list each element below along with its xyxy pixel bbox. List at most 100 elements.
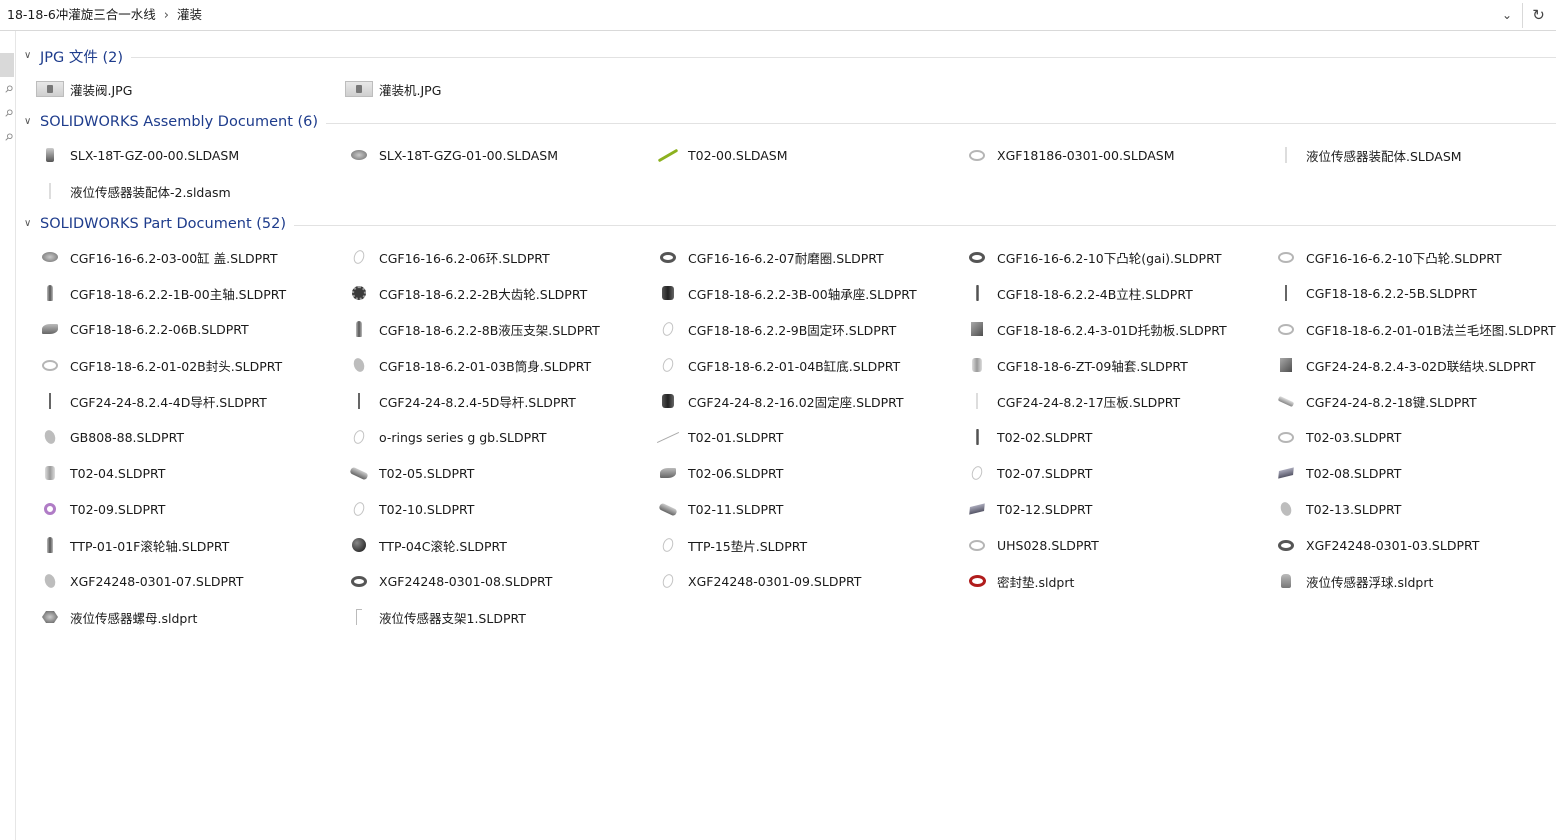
file-item[interactable]: CGF16-16-6.2-10下凸轮.SLDPRT xyxy=(1272,246,1502,268)
file-item[interactable]: 液位传感器支架1.SLDPRT xyxy=(345,606,526,628)
refresh-icon[interactable]: ↻ xyxy=(1523,0,1554,30)
nav-selection[interactable] xyxy=(0,53,14,77)
file-name: CGF18-18-6-ZT-09轴套.SLDPRT xyxy=(997,358,1188,374)
pin2-icon xyxy=(47,285,53,301)
group-title[interactable]: SOLIDWORKS Assembly Document (6) xyxy=(40,114,318,130)
file-name: T02-10.SLDPRT xyxy=(379,501,475,517)
file-item[interactable]: T02-00.SLDASM xyxy=(654,144,788,166)
chevron-down-icon[interactable]: ∨ xyxy=(24,50,38,61)
file-icon xyxy=(36,80,64,98)
file-item[interactable]: CGF18-18-6.2-01-03B筒身.SLDPRT xyxy=(345,354,591,376)
file-item[interactable]: CGF18-18-6.2.2-06B.SLDPRT xyxy=(36,318,249,340)
file-icon xyxy=(345,284,373,302)
file-item[interactable]: CGF18-18-6.2.2-3B-00轴承座.SLDPRT xyxy=(654,282,917,304)
file-item[interactable]: GB808-88.SLDPRT xyxy=(36,426,184,448)
file-item[interactable]: CGF18-18-6-ZT-09轴套.SLDPRT xyxy=(963,354,1188,376)
shaft-icon xyxy=(1277,395,1295,407)
file-item[interactable]: CGF18-18-6.2.4-3-01D托勃板.SLDPRT xyxy=(963,318,1227,340)
file-item[interactable]: 液位传感器装配体-2.sldasm xyxy=(36,180,231,202)
file-item[interactable]: CGF18-18-6.2.2-4B立柱.SLDPRT xyxy=(963,282,1193,304)
group-title[interactable]: JPG 文件 (2) xyxy=(40,46,123,67)
file-item[interactable]: CGF24-24-8.2-17压板.SLDPRT xyxy=(963,390,1180,412)
cyl-light-icon xyxy=(972,358,982,372)
file-name: CGF16-16-6.2-03-00缸 盖.SLDPRT xyxy=(70,250,278,266)
file-item[interactable]: CGF16-16-6.2-06环.SLDPRT xyxy=(345,246,550,268)
file-item[interactable]: XGF24248-0301-07.SLDPRT xyxy=(36,570,243,592)
file-item[interactable]: CGF16-16-6.2-03-00缸 盖.SLDPRT xyxy=(36,246,278,268)
file-item[interactable]: 液位传感器装配体.SLDASM xyxy=(1272,144,1462,166)
faint-icon xyxy=(976,393,978,409)
chevron-down-icon[interactable]: ⌄ xyxy=(1493,0,1521,30)
file-name: CGF16-16-6.2-10下凸轮.SLDPRT xyxy=(1306,250,1502,266)
file-item[interactable]: TTP-04C滚轮.SLDPRT xyxy=(345,534,507,556)
group-header[interactable]: ∨ SOLIDWORKS Assembly Document (6) xyxy=(24,112,1556,132)
chevron-down-icon[interactable]: ∨ xyxy=(24,116,38,127)
file-item[interactable]: 密封垫.sldprt xyxy=(963,570,1074,592)
file-item[interactable]: T02-09.SLDPRT xyxy=(36,498,165,520)
file-icon xyxy=(36,146,64,164)
file-item[interactable]: 灌装机.JPG xyxy=(345,78,441,100)
file-item[interactable]: T02-12.SLDPRT xyxy=(963,498,1092,520)
group-header[interactable]: ∨ JPG 文件 (2) xyxy=(24,46,1556,66)
file-item[interactable]: CGF18-18-6.2-01-02B封头.SLDPRT xyxy=(36,354,282,376)
file-item[interactable]: CGF16-16-6.2-07耐磨圈.SLDPRT xyxy=(654,246,884,268)
chevron-down-icon[interactable]: ∨ xyxy=(24,218,38,229)
file-name: 液位传感器浮球.sldprt xyxy=(1306,574,1434,590)
breadcrumb-item-current[interactable]: 灌装 xyxy=(177,7,202,22)
file-item[interactable]: CGF24-24-8.2-16.02固定座.SLDPRT xyxy=(654,390,904,412)
file-icon xyxy=(345,608,373,626)
file-item[interactable]: CGF18-18-6.2.2-2B大齿轮.SLDPRT xyxy=(345,282,587,304)
file-item[interactable]: CGF16-16-6.2-10下凸轮(gai).SLDPRT xyxy=(963,246,1222,268)
file-item[interactable]: SLX-18T-GZG-01-00.SLDASM xyxy=(345,144,558,166)
file-item[interactable]: T02-07.SLDPRT xyxy=(963,462,1092,484)
chevron-right-icon[interactable]: › xyxy=(164,1,169,31)
navigation-pane[interactable]: ⚲ ⚲ ⚲ xyxy=(0,31,16,840)
file-item[interactable]: T02-06.SLDPRT xyxy=(654,462,783,484)
file-icon xyxy=(654,536,682,554)
file-icon xyxy=(1272,320,1300,338)
file-item[interactable]: T02-03.SLDPRT xyxy=(1272,426,1401,448)
group-title[interactable]: SOLIDWORKS Part Document (52) xyxy=(40,216,286,232)
file-item[interactable]: CGF24-24-8.2-18键.SLDPRT xyxy=(1272,390,1477,412)
file-item[interactable]: T02-04.SLDPRT xyxy=(36,462,165,484)
tilt-icon xyxy=(969,503,985,515)
file-item[interactable]: T02-08.SLDPRT xyxy=(1272,462,1401,484)
file-item[interactable]: XGF24248-0301-03.SLDPRT xyxy=(1272,534,1479,556)
file-item[interactable]: T02-01.SLDPRT xyxy=(654,426,783,448)
breadcrumb-item-parent[interactable]: 18-18-6冲灌旋三合一水线 xyxy=(7,7,156,22)
file-item[interactable]: CGF24-24-8.2.4-4D导杆.SLDPRT xyxy=(36,390,267,412)
ring-thin-icon xyxy=(969,464,985,482)
group-header[interactable]: ∨ SOLIDWORKS Part Document (52) xyxy=(24,214,1556,234)
file-item[interactable]: T02-05.SLDPRT xyxy=(345,462,474,484)
file-item[interactable]: XGF24248-0301-09.SLDPRT xyxy=(654,570,861,592)
file-item[interactable]: TTP-01-01F滚轮轴.SLDPRT xyxy=(36,534,229,556)
file-name: CGF18-18-6.2.2-4B立柱.SLDPRT xyxy=(997,286,1193,302)
file-item[interactable]: CGF18-18-6.2.2-1B-00主轴.SLDPRT xyxy=(36,282,286,304)
pin2-icon xyxy=(356,321,362,337)
file-item[interactable]: CGF18-18-6.2.2-9B固定环.SLDPRT xyxy=(654,318,896,340)
file-item[interactable]: T02-13.SLDPRT xyxy=(1272,498,1401,520)
file-item[interactable]: CGF18-18-6.2-01-01B法兰毛坯图.SLDPRT xyxy=(1272,318,1556,340)
file-item[interactable]: T02-02.SLDPRT xyxy=(963,426,1092,448)
file-item[interactable]: UHS028.SLDPRT xyxy=(963,534,1099,556)
file-item[interactable]: SLX-18T-GZ-00-00.SLDASM xyxy=(36,144,239,166)
file-name: CGF16-16-6.2-07耐磨圈.SLDPRT xyxy=(688,250,884,266)
file-item[interactable]: XGF24248-0301-08.SLDPRT xyxy=(345,570,552,592)
file-item[interactable]: CGF24-24-8.2.4-3-02D联结块.SLDPRT xyxy=(1272,354,1536,376)
file-name: CGF18-18-6.2.2-3B-00轴承座.SLDPRT xyxy=(688,286,917,302)
file-name: CGF24-24-8.2-16.02固定座.SLDPRT xyxy=(688,394,904,410)
file-item[interactable]: TTP-15垫片.SLDPRT xyxy=(654,534,807,556)
file-item[interactable]: o-rings series g gb.SLDPRT xyxy=(345,426,547,448)
file-item[interactable]: 液位传感器浮球.sldprt xyxy=(1272,570,1433,592)
file-item[interactable]: T02-10.SLDPRT xyxy=(345,498,474,520)
file-item[interactable]: CGF24-24-8.2.4-5D导杆.SLDPRT xyxy=(345,390,576,412)
file-item[interactable]: 灌装阀.JPG xyxy=(36,78,132,100)
file-item[interactable]: CGF18-18-6.2.2-5B.SLDPRT xyxy=(1272,282,1477,304)
address-bar[interactable]: 18-18-6冲灌旋三合一水线 › 灌装 ⌄ ↻ xyxy=(0,0,1556,31)
file-item[interactable]: XGF18186-0301-00.SLDASM xyxy=(963,144,1175,166)
file-item[interactable]: CGF18-18-6.2-01-04B缸底.SLDPRT xyxy=(654,354,900,376)
file-item[interactable]: CGF18-18-6.2.2-8B液压支架.SLDPRT xyxy=(345,318,600,340)
file-item[interactable]: 液位传感器螺母.sldprt xyxy=(36,606,197,628)
file-name: T02-06.SLDPRT xyxy=(688,465,784,481)
file-item[interactable]: T02-11.SLDPRT xyxy=(654,498,783,520)
